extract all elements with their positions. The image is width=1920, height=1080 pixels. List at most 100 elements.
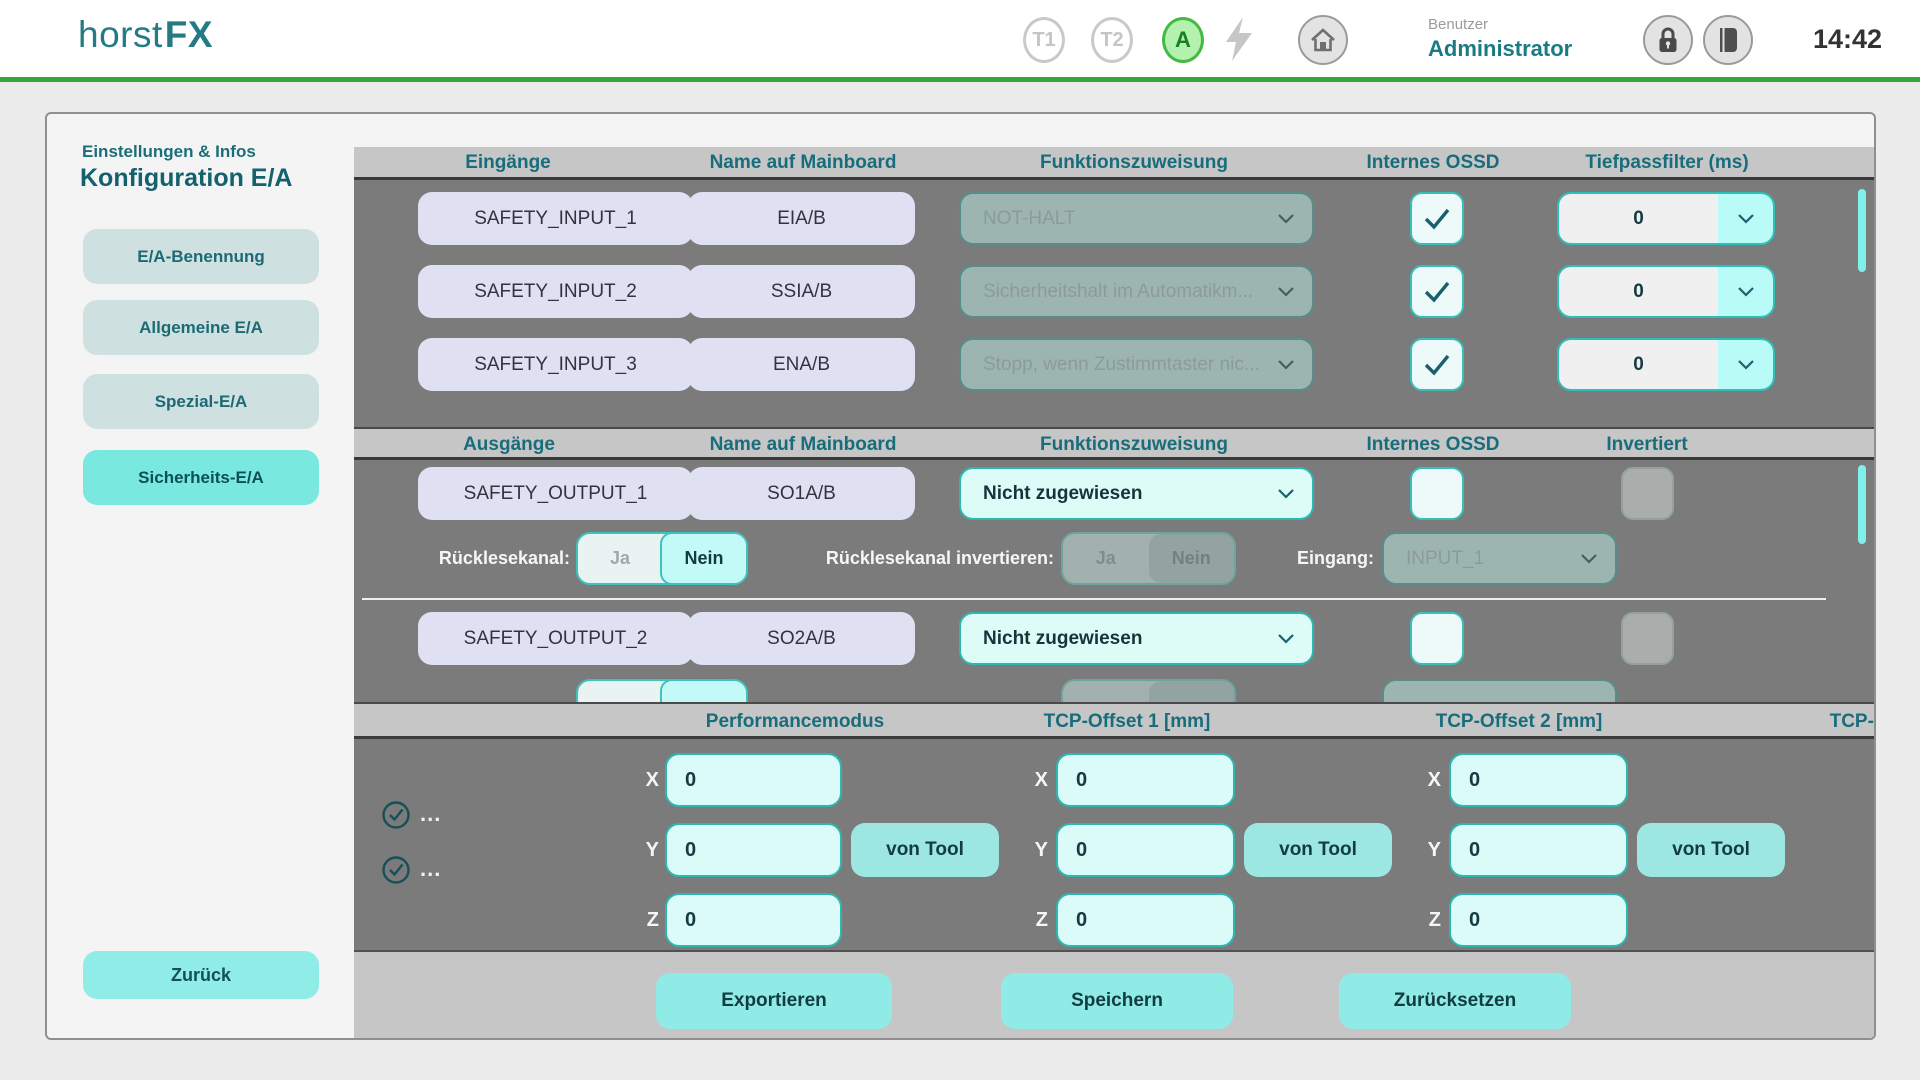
tcp1-x-input[interactable] bbox=[665, 753, 842, 807]
mode-t1-button[interactable]: T1 bbox=[1023, 17, 1065, 63]
chevron-down-icon bbox=[1278, 360, 1294, 370]
tcp3-x-input[interactable] bbox=[1449, 753, 1628, 807]
mainboard-name-field[interactable]: SO1A/B bbox=[688, 467, 915, 520]
circle-check-icon bbox=[381, 800, 411, 830]
lowpass-filter-value: 0 bbox=[1559, 267, 1718, 316]
manual-button[interactable] bbox=[1703, 15, 1753, 65]
tcp3-von-tool-button[interactable]: von Tool bbox=[1637, 823, 1785, 877]
tcp3-z-input[interactable] bbox=[1449, 893, 1628, 947]
input-name-field[interactable]: SAFETY_INPUT_1 bbox=[418, 192, 693, 245]
chevron-down-icon bbox=[1278, 214, 1294, 224]
lock-button[interactable] bbox=[1643, 15, 1693, 65]
col-header-mainboard: Name auf Mainboard bbox=[653, 147, 953, 178]
export-button[interactable]: Exportieren bbox=[656, 973, 892, 1029]
axis-x-label: X bbox=[1016, 753, 1048, 807]
col-header-ossd: Internes OSSD bbox=[1333, 147, 1533, 178]
axis-z-label: Z bbox=[1016, 893, 1048, 947]
col-header-mainboard: Name auf Mainboard bbox=[653, 429, 953, 460]
chevron-down-icon bbox=[1738, 214, 1754, 224]
ossd-checkbox-checked[interactable] bbox=[1410, 192, 1464, 245]
mainboard-name-value: SSIA/B bbox=[771, 281, 832, 303]
tcp2-y-input[interactable] bbox=[1056, 823, 1235, 877]
eingang-label: Eingang: bbox=[1230, 532, 1374, 585]
reset-button[interactable]: Zurücksetzen bbox=[1339, 973, 1571, 1029]
mode-t2-button[interactable]: T2 bbox=[1091, 17, 1133, 63]
readback-invert-toggle-clipped bbox=[1061, 679, 1236, 702]
tcp1-von-tool-button[interactable]: von Tool bbox=[851, 823, 999, 877]
chevron-down-icon bbox=[1738, 360, 1754, 370]
col-header-ausgaenge: Ausgänge bbox=[409, 429, 609, 460]
ossd-checkbox-checked[interactable] bbox=[1410, 265, 1464, 318]
readback-toggle-clipped[interactable] bbox=[576, 679, 748, 702]
back-button[interactable]: Zurück bbox=[83, 951, 319, 999]
mode-auto-button[interactable]: A bbox=[1162, 17, 1204, 63]
readback-nein-option bbox=[660, 679, 748, 702]
save-button[interactable]: Speichern bbox=[1001, 973, 1233, 1029]
row-separator bbox=[362, 598, 1826, 600]
logo-text-thin: horst bbox=[78, 14, 163, 55]
col-header-tcp-offset-2: TCP-Offset 2 [mm] bbox=[1394, 706, 1644, 737]
readback-nein-option[interactable]: Nein bbox=[660, 532, 748, 585]
outputs-scrollbar-thumb[interactable] bbox=[1858, 465, 1866, 544]
col-header-tcp-offset-1: TCP-Offset 1 [mm] bbox=[1002, 706, 1252, 737]
col-header-funktion: Funktionszuweisung bbox=[984, 429, 1284, 460]
tcp1-y-input[interactable] bbox=[665, 823, 842, 877]
input-name-field[interactable]: SAFETY_INPUT_2 bbox=[418, 265, 693, 318]
eingang-dropdown-clipped bbox=[1382, 679, 1617, 702]
tcp2-von-tool-button[interactable]: von Tool bbox=[1244, 823, 1392, 877]
col-header-tcp-offset-3: TCP-Offset 3 [mm] bbox=[1788, 706, 1876, 737]
chevron-down-icon bbox=[1738, 287, 1754, 297]
lock-icon bbox=[1656, 26, 1680, 54]
output-name-field[interactable]: SAFETY_OUTPUT_2 bbox=[418, 612, 693, 665]
col-header-eingaenge: Eingänge bbox=[408, 147, 608, 178]
lowpass-filter-dropdown[interactable]: 0 bbox=[1557, 192, 1775, 245]
config-panel: Einstellungen & Infos Konfiguration E/A … bbox=[45, 112, 1876, 1040]
mainboard-name-field[interactable]: SO2A/B bbox=[688, 612, 915, 665]
axis-z-label: Z bbox=[627, 893, 659, 947]
ossd-checkbox-unchecked[interactable] bbox=[1410, 467, 1464, 520]
mode-auto-label: A bbox=[1175, 27, 1191, 53]
mode-t2-label: T2 bbox=[1100, 29, 1123, 52]
ossd-checkbox-checked[interactable] bbox=[1410, 338, 1464, 391]
sidebar-item-allgemeine-ea[interactable]: Allgemeine E/A bbox=[83, 300, 319, 355]
sidebar-item-label: Spezial-E/A bbox=[155, 392, 248, 412]
performance-item-label: ... bbox=[420, 856, 441, 882]
clock: 14:42 bbox=[1813, 24, 1882, 55]
home-button[interactable] bbox=[1298, 15, 1348, 65]
mainboard-name-field[interactable]: EIA/B bbox=[688, 192, 915, 245]
tcp2-x-input[interactable] bbox=[1056, 753, 1235, 807]
lowpass-filter-dropdown[interactable]: 0 bbox=[1557, 265, 1775, 318]
ossd-checkbox-unchecked[interactable] bbox=[1410, 612, 1464, 665]
tcp3-y-input[interactable] bbox=[1449, 823, 1628, 877]
lowpass-filter-dropdown[interactable]: 0 bbox=[1557, 338, 1775, 391]
tcp-table: ... ... X Y Z von Tool X Y Z von Tool X … bbox=[354, 739, 1874, 950]
mainboard-name-value: ENA/B bbox=[773, 354, 830, 376]
readback-invert-ja-option: Ja bbox=[1063, 534, 1149, 583]
dropdown-caret-zone bbox=[1718, 267, 1773, 316]
user-role-label: Benutzer bbox=[1428, 16, 1488, 33]
function-value: Nicht zugewiesen bbox=[983, 628, 1278, 650]
output-name-field[interactable]: SAFETY_OUTPUT_1 bbox=[418, 467, 693, 520]
input-name-field[interactable]: SAFETY_INPUT_3 bbox=[418, 338, 693, 391]
inputs-scrollbar-thumb[interactable] bbox=[1858, 189, 1866, 272]
power-lightning-icon bbox=[1224, 16, 1254, 62]
axis-z-label: Z bbox=[1409, 893, 1441, 947]
axis-y-label: Y bbox=[1409, 823, 1441, 877]
function-dropdown[interactable]: Nicht zugewiesen bbox=[959, 612, 1314, 665]
sidebar-item-sicherheits-ea[interactable]: Sicherheits-E/A bbox=[83, 450, 319, 505]
tcp1-z-input[interactable] bbox=[665, 893, 842, 947]
col-header-ossd: Internes OSSD bbox=[1333, 429, 1533, 460]
lowpass-filter-value: 0 bbox=[1559, 340, 1718, 389]
mainboard-name-value: SO2A/B bbox=[767, 628, 836, 650]
output-name-value: SAFETY_OUTPUT_2 bbox=[464, 628, 648, 650]
mainboard-name-field[interactable]: SSIA/B bbox=[688, 265, 915, 318]
readback-invert-nein-option: Nein bbox=[1149, 534, 1235, 583]
circle-check-icon bbox=[381, 855, 411, 885]
tcp2-z-input[interactable] bbox=[1056, 893, 1235, 947]
function-dropdown[interactable]: Nicht zugewiesen bbox=[959, 467, 1314, 520]
sidebar-item-ea-benennung[interactable]: E/A-Benennung bbox=[83, 229, 319, 284]
readback-ja-option[interactable]: Ja bbox=[578, 534, 662, 583]
top-bar: horstFX T1 T2 A Benutzer Administrator 1… bbox=[0, 0, 1920, 77]
mainboard-name-field[interactable]: ENA/B bbox=[688, 338, 915, 391]
sidebar-item-spezial-ea[interactable]: Spezial-E/A bbox=[83, 374, 319, 429]
